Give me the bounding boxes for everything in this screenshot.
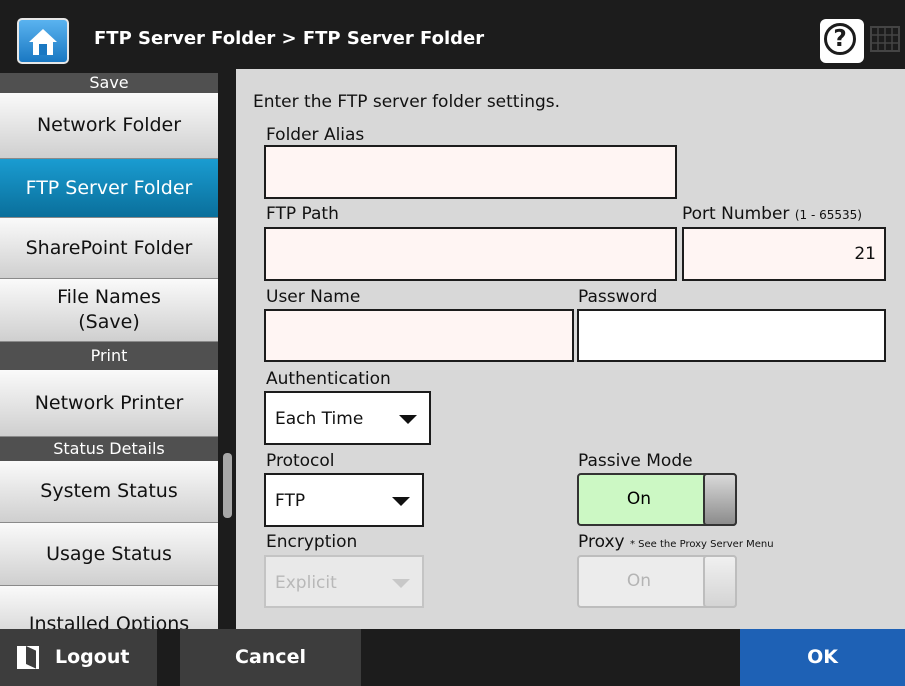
ftp-path-field[interactable] — [264, 227, 677, 281]
passive-mode-value: On — [626, 489, 652, 509]
sidebar-item-network-folder[interactable]: Network Folder — [0, 93, 218, 159]
port-number-range: (1 - 65535) — [794, 208, 862, 222]
port-number-label: Port Number (1 - 65535) — [682, 204, 862, 224]
footer-bar: Logout Cancel OK — [0, 629, 905, 686]
chevron-down-icon — [399, 415, 417, 424]
password-label: Password — [578, 287, 658, 307]
protocol-dropdown[interactable]: FTP — [264, 473, 424, 527]
sidebar-item-sharepoint-folder[interactable]: SharePoint Folder — [0, 218, 218, 279]
toggle-knob — [703, 473, 737, 526]
sidebar-item-label: Network Printer — [34, 391, 184, 414]
sidebar: Save Network Folder FTP Server Folder Sh… — [0, 73, 218, 629]
user-name-field[interactable] — [264, 309, 574, 362]
protocol-value: FTP — [275, 491, 306, 511]
sidebar-item-usage-status[interactable]: Usage Status — [0, 523, 218, 586]
folder-alias-label: Folder Alias — [266, 125, 365, 145]
passive-mode-toggle[interactable]: On — [577, 473, 737, 526]
sidebar-item-label: Installed Options — [28, 613, 190, 629]
ok-button[interactable]: OK — [740, 629, 905, 686]
sidebar-item-label: SharePoint Folder — [25, 236, 193, 259]
intro-text: Enter the FTP server folder settings. — [253, 92, 561, 112]
logout-button[interactable]: Logout — [0, 629, 157, 686]
cancel-button[interactable]: Cancel — [180, 629, 361, 686]
authentication-value: Each Time — [275, 409, 364, 429]
folder-alias-field[interactable] — [264, 145, 677, 199]
encryption-label: Encryption — [266, 532, 358, 552]
port-number-field[interactable]: 21 — [682, 227, 886, 281]
proxy-label-text: Proxy — [578, 532, 625, 552]
port-number-label-text: Port Number — [682, 204, 790, 224]
sidebar-heading-print: Print — [0, 342, 218, 370]
proxy-value: On — [626, 571, 652, 591]
sidebar-item-installed-options[interactable]: Installed Options — [0, 586, 218, 629]
logout-icon — [17, 646, 39, 669]
sidebar-scroll-thumb[interactable] — [223, 453, 232, 518]
help-button[interactable]: ? — [820, 19, 864, 63]
sidebar-item-label: System Status — [40, 480, 178, 502]
sidebar-heading-save: Save — [0, 73, 218, 93]
keyboard-icon[interactable] — [870, 24, 900, 54]
sidebar-heading-status-details: Status Details — [0, 437, 218, 461]
proxy-toggle[interactable]: On — [577, 555, 737, 608]
password-field[interactable] — [577, 309, 886, 362]
home-button[interactable] — [17, 18, 69, 64]
sidebar-item-label: File Names (Save) — [57, 286, 161, 333]
authentication-dropdown[interactable]: Each Time — [264, 391, 431, 445]
protocol-label: Protocol — [266, 451, 335, 471]
sidebar-scrollbar[interactable] — [218, 73, 236, 629]
sidebar-item-file-names[interactable]: File Names (Save) — [0, 279, 218, 342]
sidebar-item-system-status[interactable]: System Status — [0, 461, 218, 523]
sidebar-item-ftp-server-folder[interactable]: FTP Server Folder — [0, 159, 218, 218]
encryption-dropdown[interactable]: Explicit — [264, 555, 424, 608]
passive-mode-label: Passive Mode — [578, 451, 693, 471]
authentication-label: Authentication — [266, 369, 391, 389]
home-icon — [29, 29, 57, 55]
sidebar-item-label: Usage Status — [46, 542, 172, 565]
settings-panel: Enter the FTP server folder settings. Fo… — [236, 69, 905, 629]
sidebar-item-label: Network Folder — [36, 114, 182, 136]
sidebar-item-label: FTP Server Folder — [25, 176, 193, 199]
proxy-note: * See the Proxy Server Menu — [629, 539, 774, 550]
page-title: FTP Server Folder > FTP Server Folder — [94, 28, 485, 49]
user-name-label: User Name — [266, 287, 361, 307]
title-bar: FTP Server Folder > FTP Server Folder ? — [0, 0, 905, 75]
encryption-value: Explicit — [275, 573, 337, 593]
toggle-knob — [703, 555, 737, 608]
chevron-down-icon — [392, 579, 410, 588]
help-icon: ? — [824, 23, 856, 55]
ftp-path-label: FTP Path — [266, 204, 339, 224]
logout-label: Logout — [55, 646, 130, 668]
sidebar-item-network-printer[interactable]: Network Printer — [0, 370, 218, 437]
chevron-down-icon — [392, 497, 410, 506]
proxy-label: Proxy * See the Proxy Server Menu — [578, 532, 774, 552]
